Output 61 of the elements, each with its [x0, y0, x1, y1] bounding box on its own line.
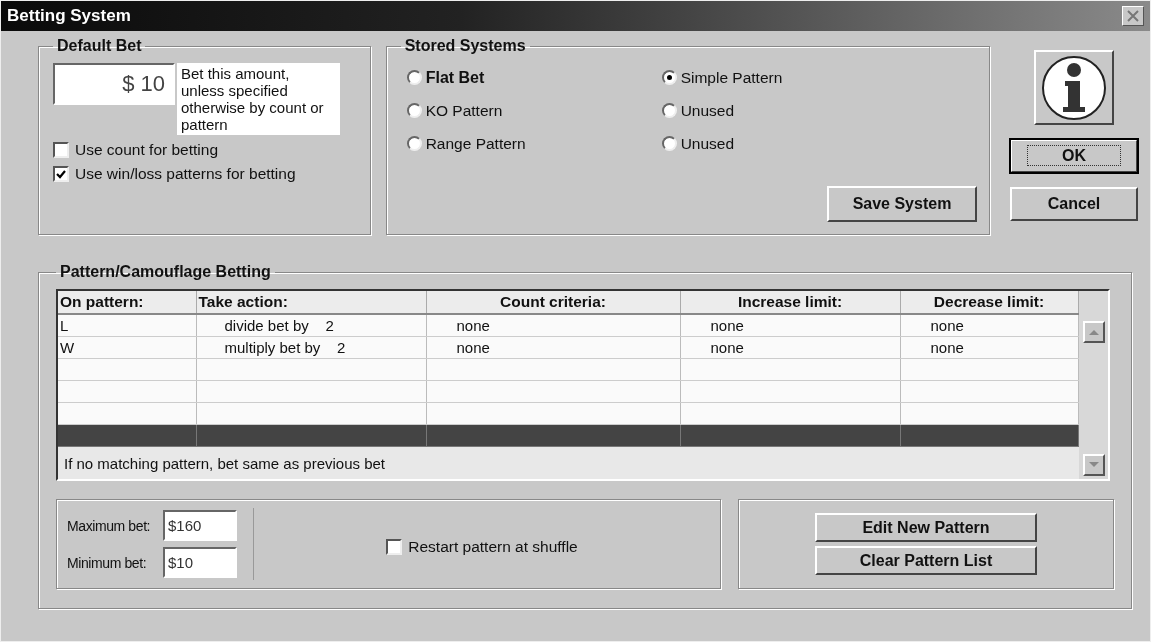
- checkbox-label: Use count for betting: [75, 141, 219, 159]
- column-header[interactable]: Increase limit:: [680, 291, 900, 314]
- dialog-button[interactable]: Cancel: [1010, 187, 1138, 221]
- radio-label: Simple Pattern: [680, 68, 783, 87]
- bet-field[interactable]: $10: [163, 547, 237, 578]
- pattern-button[interactable]: Clear Pattern List: [815, 546, 1037, 575]
- field-label: Minimum bet:: [67, 554, 148, 571]
- info-button[interactable]: [1034, 50, 1114, 125]
- save-system-button[interactable]: Save System: [827, 186, 977, 222]
- table-row[interactable]: L divide bet by 2 none none none: [58, 314, 1078, 337]
- table-cell: none: [710, 339, 744, 356]
- dialog-button[interactable]: OK: [1010, 139, 1138, 173]
- radio-label: Unused: [680, 101, 735, 120]
- table-cell: divide bet by 2: [224, 317, 334, 334]
- scrollbar[interactable]: [1078, 291, 1108, 479]
- table-cell: none: [930, 339, 964, 356]
- table-cell: none: [930, 317, 964, 334]
- group-title: Pattern/Camouflage Betting: [59, 263, 272, 281]
- close-button[interactable]: [1122, 6, 1144, 26]
- checkbox[interactable]: [386, 539, 403, 555]
- column-header[interactable]: On pattern:: [58, 291, 196, 314]
- scroll-down-button[interactable]: [1082, 454, 1105, 476]
- field-label: Maximum bet:: [67, 517, 152, 534]
- checkbox[interactable]: [53, 142, 69, 158]
- checkbox-label: Use win/loss patterns for betting: [75, 165, 296, 183]
- amount-field[interactable]: $ 10: [53, 63, 175, 105]
- close-icon: [1127, 10, 1139, 22]
- radio-label: Flat Bet: [425, 68, 485, 87]
- help-note: Bet this amount, unless specified otherwise by count or pattern: [177, 63, 340, 135]
- info-icon: [1041, 54, 1107, 121]
- radio-label: KO Pattern: [425, 101, 503, 120]
- radio-button[interactable]: [661, 70, 677, 85]
- radio-label: Unused: [680, 134, 735, 153]
- radio-button[interactable]: [406, 136, 422, 151]
- column-header[interactable]: Count criteria:: [426, 291, 680, 314]
- table-row[interactable]: W multiply bet by 2 none none none: [58, 336, 1078, 359]
- table-cell: W: [60, 339, 75, 356]
- table-cell: none: [456, 317, 490, 334]
- group-title: Default Bet: [56, 37, 143, 55]
- table-cell: multiply bet by 2: [224, 339, 346, 356]
- radio-label: Range Pattern: [425, 134, 526, 153]
- radio-button[interactable]: [661, 103, 677, 118]
- column-header[interactable]: Take action:: [196, 291, 426, 314]
- checkbox[interactable]: [53, 166, 69, 182]
- up-arrow-icon: [1088, 329, 1099, 335]
- table-cell: L: [60, 317, 69, 334]
- radio-button[interactable]: [406, 103, 422, 118]
- group-title: Stored Systems: [403, 37, 527, 55]
- table-cell: none: [710, 317, 744, 334]
- scroll-up-button[interactable]: [1082, 321, 1105, 343]
- down-arrow-icon: [1088, 462, 1099, 468]
- radio-button[interactable]: [406, 70, 422, 85]
- radio-button[interactable]: [661, 136, 677, 151]
- default-rule-text: If no matching pattern, bet same as previous bet: [64, 454, 385, 472]
- table-cell: none: [456, 339, 490, 356]
- checkbox-label: Restart pattern at shuffle: [408, 538, 578, 556]
- table-row[interactable]: [58, 424, 1078, 447]
- column-header[interactable]: Decrease limit:: [900, 291, 1078, 314]
- window-title: Betting System: [7, 6, 131, 26]
- bet-field[interactable]: $160: [163, 510, 237, 541]
- pattern-button[interactable]: Edit New Pattern: [815, 513, 1037, 542]
